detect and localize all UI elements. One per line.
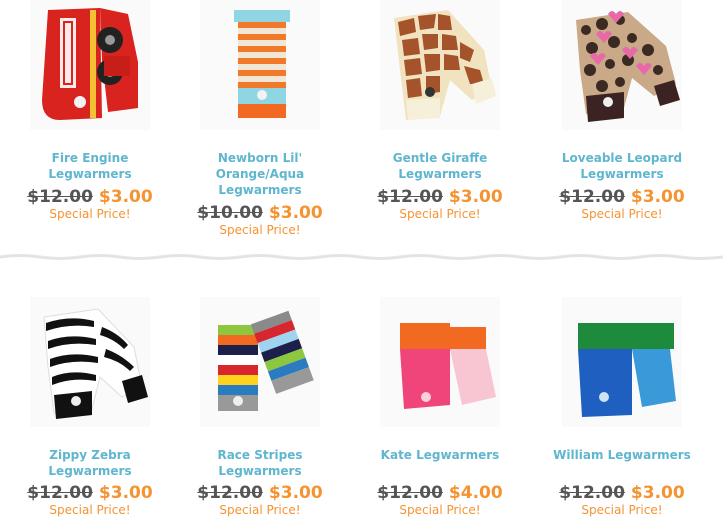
product-card-race-stripes[interactable]: Race Stripes Legwarmers $12.00 $3.00 Spec…: [170, 297, 350, 527]
original-price: $12.00: [377, 187, 443, 207]
sale-price: $3.00: [630, 187, 685, 207]
product-name[interactable]: William Legwarmers: [532, 447, 712, 463]
sale-price: $3.00: [98, 187, 153, 207]
price-row: $12.00 $3.00: [532, 483, 712, 503]
kate-legwarmers-image[interactable]: [380, 297, 500, 427]
product-card-kate[interactable]: Kate Legwarmers $12.00 $4.00 Special Pric…: [350, 297, 530, 527]
giraffe-legwarmers-image[interactable]: [380, 0, 500, 130]
orange-aqua-striped-legwarmers-image[interactable]: [200, 0, 320, 130]
price-row: $12.00 $3.00: [170, 483, 350, 503]
sale-price: $3.00: [268, 483, 323, 503]
special-price-label: Special Price!: [399, 503, 481, 517]
sale-price: $3.00: [268, 203, 323, 223]
leopard-legwarmers-image[interactable]: [562, 0, 682, 130]
price-row: $12.00 $3.00: [0, 187, 180, 207]
original-price: $12.00: [27, 187, 93, 207]
product-grid: Fire Engine Legwarmers $12.00 $3.00 Speci…: [0, 0, 723, 527]
sale-price: $3.00: [630, 483, 685, 503]
original-price: $12.00: [27, 483, 93, 503]
product-name[interactable]: Zippy Zebra Legwarmers: [0, 447, 180, 479]
special-price-label: Special Price!: [581, 503, 663, 517]
special-price-label: Special Price!: [49, 503, 131, 517]
race-stripes-legwarmers-image[interactable]: [200, 297, 320, 427]
product-card-fire-engine[interactable]: Fire Engine Legwarmers $12.00 $3.00 Speci…: [0, 0, 180, 250]
original-price: $12.00: [559, 483, 625, 503]
price-row: $12.00 $3.00: [0, 483, 180, 503]
fire-engine-legwarmers-image[interactable]: [30, 0, 150, 130]
william-legwarmers-image[interactable]: [562, 297, 682, 427]
product-card-gentle-giraffe[interactable]: Gentle Giraffe Legwarmers $12.00 $3.00 Sp…: [350, 0, 530, 250]
original-price: $12.00: [197, 483, 263, 503]
original-price: $10.00: [197, 203, 263, 223]
product-name[interactable]: Race Stripes Legwarmers: [170, 447, 350, 479]
sale-price: $3.00: [448, 187, 503, 207]
special-price-label: Special Price!: [399, 207, 481, 221]
special-price-label: Special Price!: [219, 503, 301, 517]
product-card-zippy-zebra[interactable]: Zippy Zebra Legwarmers $12.00 $3.00 Speci…: [0, 297, 180, 527]
sale-price: $4.00: [448, 483, 503, 503]
special-price-label: Special Price!: [581, 207, 663, 221]
product-name[interactable]: Newborn Lil' Orange/Aqua Legwarmers: [170, 150, 350, 198]
original-price: $12.00: [377, 483, 443, 503]
product-name[interactable]: Fire Engine Legwarmers: [0, 150, 180, 182]
special-price-label: Special Price!: [219, 223, 301, 237]
product-name[interactable]: Gentle Giraffe Legwarmers: [350, 150, 530, 182]
zebra-legwarmers-image[interactable]: [30, 297, 150, 427]
price-row: $12.00 $3.00: [350, 187, 530, 207]
section-divider: [0, 254, 723, 260]
product-name[interactable]: Kate Legwarmers: [350, 447, 530, 463]
price-row: $12.00 $3.00: [532, 187, 712, 207]
product-name[interactable]: Loveable Leopard Legwarmers: [532, 150, 712, 182]
original-price: $12.00: [559, 187, 625, 207]
price-row: $12.00 $4.00: [350, 483, 530, 503]
product-card-newborn-orange-aqua[interactable]: Newborn Lil' Orange/Aqua Legwarmers $10.…: [170, 0, 350, 250]
sale-price: $3.00: [98, 483, 153, 503]
product-card-loveable-leopard[interactable]: Loveable Leopard Legwarmers $12.00 $3.00 …: [532, 0, 712, 250]
price-row: $10.00 $3.00: [170, 203, 350, 223]
special-price-label: Special Price!: [49, 207, 131, 221]
product-card-william[interactable]: William Legwarmers $12.00 $3.00 Special P…: [532, 297, 712, 527]
